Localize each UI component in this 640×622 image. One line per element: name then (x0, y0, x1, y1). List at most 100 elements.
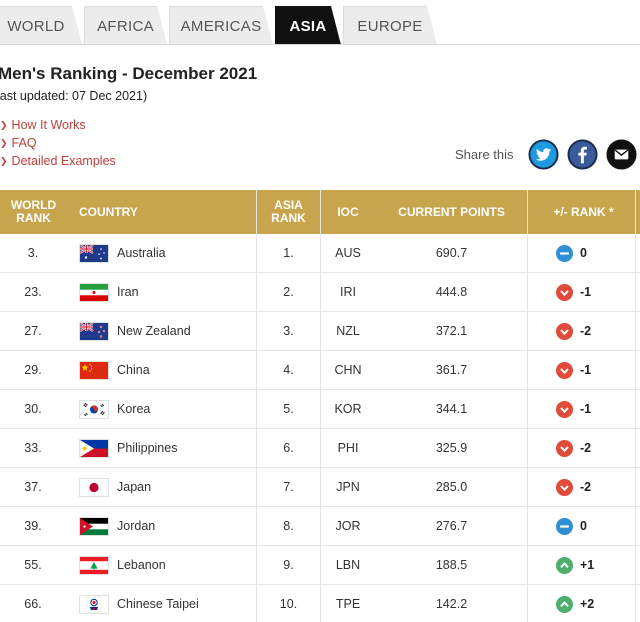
rank-change: -1 (580, 285, 592, 299)
world-rank: 55. (24, 558, 42, 572)
last-updated: last updated: 07 Dec 2021) (0, 89, 148, 103)
asia-rank: 10. (279, 597, 298, 611)
rank-change: +1 (580, 558, 595, 572)
country-name[interactable]: China (117, 351, 150, 390)
detailed-examples-link[interactable]: ❯ Detailed Examples (0, 152, 116, 170)
world-rank: 23. (24, 285, 42, 299)
no-change-icon (556, 245, 573, 262)
flag-icon (79, 517, 109, 536)
current-points: 285.0 (435, 480, 468, 494)
rank-up-icon (556, 596, 573, 613)
country-name[interactable]: Lebanon (117, 546, 166, 585)
country-name[interactable]: Jordan (117, 507, 155, 546)
ioc-code: KOR (334, 402, 362, 416)
link-label: FAQ (11, 136, 37, 150)
asia-rank: 6. (283, 441, 294, 455)
header-current-points[interactable]: CURRENT POINTS (376, 190, 527, 234)
tab-europe[interactable]: EUROPE (343, 6, 437, 45)
rank-down-icon (556, 362, 573, 379)
column-divider (320, 190, 321, 622)
facebook-icon[interactable] (567, 139, 598, 170)
world-rank: 33. (24, 441, 42, 455)
rank-down-icon (556, 284, 573, 301)
asia-rank: 7. (283, 480, 294, 494)
world-rank: 37. (24, 480, 42, 494)
link-label: How It Works (11, 118, 86, 132)
share-label: Share this (455, 147, 514, 162)
world-rank: 30. (24, 402, 42, 416)
tab-world[interactable]: WORLD (0, 6, 82, 45)
current-points: 361.7 (435, 363, 468, 377)
rank-up-icon (556, 557, 573, 574)
asia-rank: 9. (283, 558, 294, 572)
rank-down-icon (556, 401, 573, 418)
rank-change: -2 (580, 441, 592, 455)
page-title: Men's Ranking - December 2021 (0, 64, 258, 83)
rank-change: -2 (580, 324, 592, 338)
world-rank: 29. (24, 363, 42, 377)
header-rank-change[interactable]: +/- RANK * (527, 190, 640, 234)
flag-icon (79, 478, 109, 497)
current-points: 444.8 (435, 285, 468, 299)
rank-change: -1 (580, 363, 592, 377)
country-name[interactable]: New Zealand (117, 312, 191, 351)
country-name[interactable]: Australia (117, 234, 166, 273)
twitter-icon[interactable] (528, 139, 559, 170)
world-rank: 3. (27, 246, 39, 260)
country-name[interactable]: Korea (117, 390, 150, 429)
header-asia-rank[interactable]: ASIA RANK (257, 190, 320, 234)
header-country[interactable]: COUNTRY (0, 190, 257, 234)
country-name[interactable]: Iran (117, 273, 139, 312)
faq-link[interactable]: ❯ FAQ (0, 134, 116, 152)
flag-icon (79, 322, 109, 341)
ioc-code: PHI (337, 441, 359, 455)
flag-icon (79, 244, 109, 263)
world-rank: 66. (24, 597, 42, 611)
current-points: 142.2 (435, 597, 468, 611)
chevron-right-icon: ❯ (0, 138, 8, 148)
ioc-code: LBN (335, 558, 361, 572)
current-points: 344.1 (435, 402, 468, 416)
help-links: ❯ How It Works ❯ FAQ ❯ Detailed Examples (0, 116, 116, 170)
country-name[interactable]: Japan (117, 468, 151, 507)
column-divider (256, 190, 257, 622)
header-label: ASIA RANK (271, 198, 306, 225)
country-name[interactable]: Philippines (117, 429, 177, 468)
chevron-right-icon: ❯ (0, 120, 8, 130)
flag-icon (79, 595, 109, 614)
column-divider (635, 190, 636, 622)
tabs-divider (0, 44, 640, 45)
current-points: 690.7 (435, 246, 468, 260)
ioc-code: NZL (336, 324, 360, 338)
column-divider (527, 190, 528, 622)
world-rank: 27. (24, 324, 42, 338)
rank-down-icon (556, 323, 573, 340)
current-points: 372.1 (435, 324, 468, 338)
header-ioc[interactable]: IOC (320, 190, 376, 234)
ioc-code: CHN (334, 363, 362, 377)
current-points: 276.7 (435, 519, 468, 533)
flag-icon (79, 439, 109, 458)
tab-asia[interactable]: ASIA (275, 6, 341, 45)
region-tabs: WORLD AFRICA AMERICAS ASIA EUROPE (0, 6, 640, 45)
ioc-code: AUS (335, 246, 361, 260)
rank-change: 0 (580, 246, 587, 260)
flag-icon (79, 400, 109, 419)
world-rank: 39. (24, 519, 42, 533)
email-icon[interactable] (606, 139, 637, 170)
asia-rank: 5. (283, 402, 294, 416)
ioc-code: JOR (335, 519, 361, 533)
rank-change: -2 (580, 480, 592, 494)
tab-americas[interactable]: AMERICAS (169, 6, 273, 45)
chevron-right-icon: ❯ (0, 156, 8, 166)
tab-africa[interactable]: AFRICA (84, 6, 167, 45)
how-it-works-link[interactable]: ❯ How It Works (0, 116, 116, 134)
flag-icon (79, 361, 109, 380)
ioc-code: IRI (340, 285, 356, 299)
current-points: 188.5 (435, 558, 468, 572)
rank-change: 0 (580, 519, 587, 533)
country-name[interactable]: Chinese Taipei (117, 585, 199, 622)
rank-change: -1 (580, 402, 592, 416)
asia-rank: 4. (283, 363, 294, 377)
link-label: Detailed Examples (11, 154, 116, 168)
